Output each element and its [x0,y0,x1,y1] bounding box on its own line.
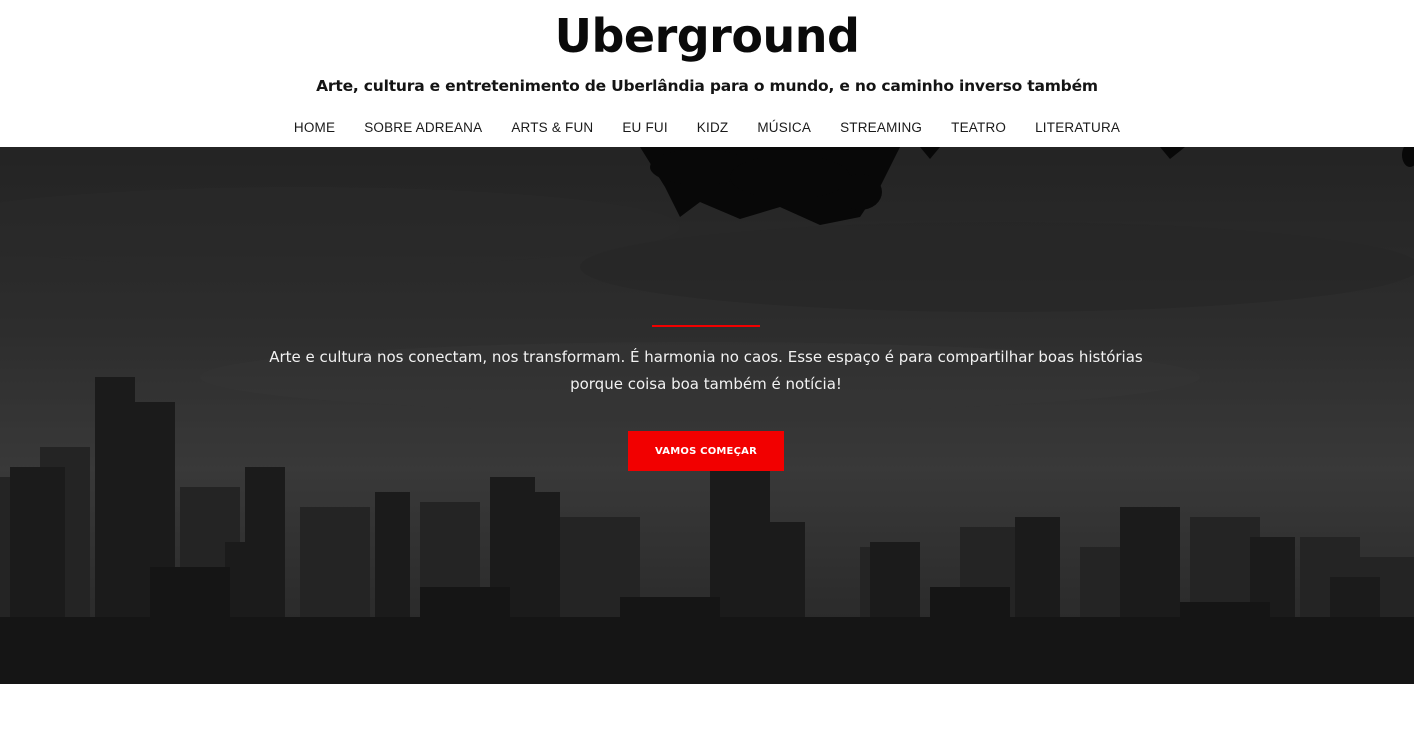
site-tagline: Arte, cultura e entretenimento de Uberlâ… [316,77,1098,95]
nav-item-kidz[interactable]: KIDZ [682,118,743,138]
main-nav: HOME SOBRE ADREANA ARTS & FUN EU FUI KID… [0,117,1414,139]
nav-item-teatro[interactable]: TEATRO [937,118,1021,138]
hero-text: Arte e cultura nos conectam, nos transfo… [269,348,1143,393]
nav-item-musica[interactable]: MÚSICA [743,118,826,138]
nav-item-eu-fui[interactable]: EU FUI [608,118,682,138]
nav-item-streaming[interactable]: STREAMING [826,118,937,138]
nav-item-sobre-adreana[interactable]: SOBRE ADREANA [350,118,497,138]
content-area [0,684,1414,756]
hero-overlay [0,147,1414,684]
accent-divider [652,325,760,327]
site-header: Uberground Arte, cultura e entreteniment… [0,0,1414,147]
nav-item-home[interactable]: HOME [279,118,349,138]
hero-section: Arte e cultura nos conectam, nos transfo… [0,147,1414,684]
cta-button[interactable]: VAMOS COMEÇAR [628,431,784,471]
nav-item-literatura[interactable]: LITERATURA [1021,118,1135,138]
nav-item-arts-fun[interactable]: ARTS & FUN [497,118,608,138]
site-title[interactable]: Uberground [0,6,1414,66]
